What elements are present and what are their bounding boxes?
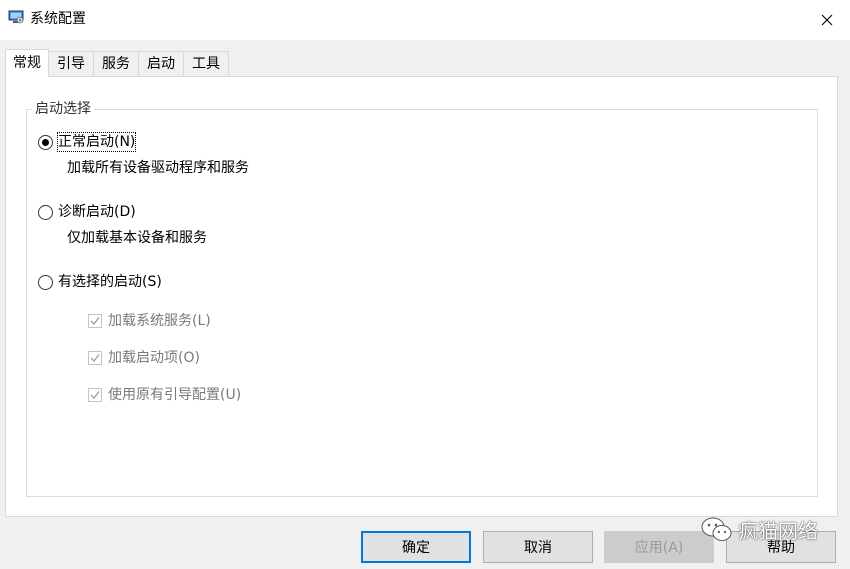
checkmark-icon <box>90 354 100 363</box>
apply-button[interactable]: 应用(A) <box>604 531 714 563</box>
load-system-services-label: 加载系统服务(L) <box>108 313 211 329</box>
diagnostic-startup-label[interactable]: 诊断启动(D) <box>58 203 136 221</box>
load-system-services-checkbox: 加载系统服务(L) <box>88 312 211 330</box>
load-startup-items-checkbox: 加载启动项(O) <box>88 349 200 367</box>
checkmark-icon <box>90 391 100 400</box>
close-button[interactable] <box>804 0 850 40</box>
radio-checked-indicator[interactable] <box>38 134 53 150</box>
tab-boot[interactable]: 引导 <box>48 51 94 77</box>
monitor-settings-icon <box>8 9 24 25</box>
tab-services[interactable]: 服务 <box>93 51 139 77</box>
tab-tools[interactable]: 工具 <box>183 51 229 77</box>
selective-startup-label[interactable]: 有选择的启动(S) <box>58 273 162 291</box>
watermark: 疯猫网络 <box>700 515 818 544</box>
use-original-boot-config-checkbox: 使用原有引导配置(U) <box>88 386 241 404</box>
diagnostic-startup-radio[interactable]: 诊断启动(D) <box>38 203 136 221</box>
diagnostic-startup-description: 仅加载基本设备和服务 <box>67 230 207 246</box>
cancel-button[interactable]: 取消 <box>483 531 593 563</box>
tab-startup[interactable]: 启动 <box>138 51 184 77</box>
title-bar[interactable]: 系统配置 <box>0 0 850 40</box>
checkbox-indicator <box>88 351 102 365</box>
checkbox-indicator <box>88 314 102 328</box>
normal-startup-label[interactable]: 正常启动(N) <box>56 132 137 152</box>
radio-indicator[interactable] <box>38 274 53 290</box>
normal-startup-description: 加载所有设备驱动程序和服务 <box>67 160 249 176</box>
tab-strip: 常规 引导 服务 启动 工具 <box>5 49 229 77</box>
load-startup-items-label: 加载启动项(O) <box>108 350 200 366</box>
normal-startup-radio[interactable]: 正常启动(N) <box>38 132 137 152</box>
checkbox-indicator <box>88 388 102 402</box>
radio-indicator[interactable] <box>38 204 53 220</box>
selective-startup-radio[interactable]: 有选择的启动(S) <box>38 273 162 291</box>
checkmark-icon <box>90 317 100 326</box>
window-title: 系统配置 <box>30 11 86 27</box>
tab-general[interactable]: 常规 <box>5 49 49 77</box>
wechat-icon <box>701 517 732 541</box>
ok-button[interactable]: 确定 <box>361 531 471 563</box>
system-config-window: 系统配置 常规 引导 服务 启动 工具 启动选择 正常启动(N) 加载所有设备驱… <box>0 0 850 569</box>
use-original-boot-config-label: 使用原有引导配置(U) <box>108 387 242 403</box>
watermark-text: 疯猫网络 <box>738 519 818 543</box>
close-icon <box>821 14 833 26</box>
group-legend: 启动选择 <box>32 100 94 118</box>
